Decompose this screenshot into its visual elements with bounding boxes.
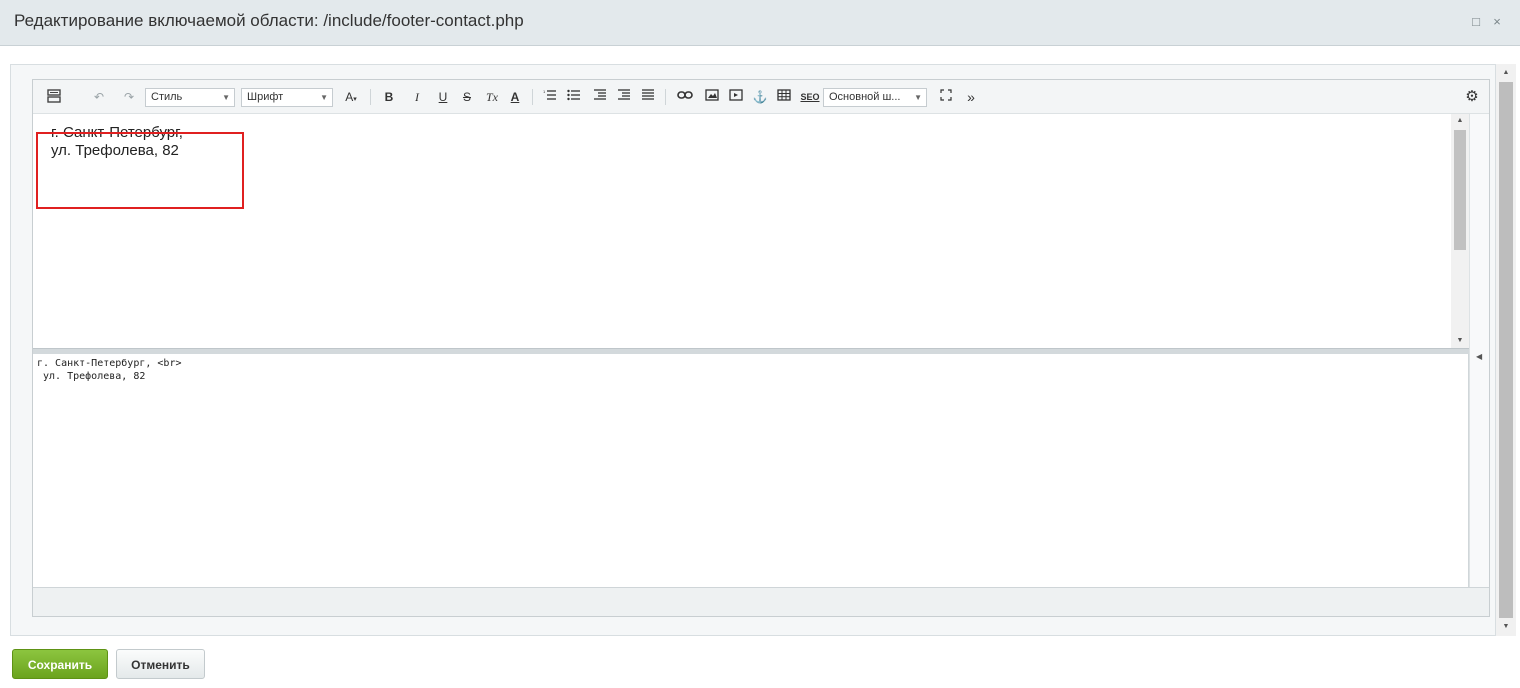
svg-text:1: 1 <box>543 89 546 94</box>
source-line[interactable]: ул. Трефолева, 82 <box>37 371 145 382</box>
wysiwyg-scrollbar[interactable]: ▲ ▼ <box>1451 114 1469 348</box>
dialog-titlebar: Редактирование включаемой области: /incl… <box>0 0 1520 46</box>
table-icon[interactable] <box>775 88 793 106</box>
cancel-button[interactable]: Отменить <box>116 649 205 679</box>
more-icon[interactable]: » <box>963 88 979 106</box>
font-size-icon[interactable]: A▾ <box>339 88 363 106</box>
underline-icon[interactable]: U <box>435 88 451 106</box>
fullscreen-icon[interactable] <box>937 88 955 106</box>
undo-icon[interactable]: ↶ <box>91 88 107 106</box>
editor-statusbar <box>33 587 1489 616</box>
font-color-icon[interactable]: A <box>507 88 523 106</box>
redo-icon[interactable]: ↷ <box>121 88 137 106</box>
scroll-down-icon[interactable]: ▼ <box>1451 334 1469 348</box>
remove-format-icon[interactable]: Tx <box>483 88 501 106</box>
side-panel-strip: ◀ <box>1469 114 1489 587</box>
page-scrollbar[interactable]: ▲ ▼ <box>1496 64 1516 636</box>
style-select[interactable]: Стиль ▼ <box>145 88 235 107</box>
outdent-icon[interactable] <box>615 88 633 106</box>
template-select[interactable]: Основной ш... ▼ <box>823 88 927 107</box>
scroll-up-icon[interactable]: ▲ <box>1451 114 1469 128</box>
toolbar-separator <box>665 89 666 105</box>
html-editor: ↶ ↷ Стиль ▼ Шрифт ▼ A▾ B I U S Tx A 1 ⚓ … <box>32 79 1490 617</box>
strikethrough-icon[interactable]: S <box>459 88 475 106</box>
toolbar-separator <box>370 89 371 105</box>
maximize-icon[interactable]: □ <box>1469 14 1483 30</box>
dialog-title: Редактирование включаемой области: /incl… <box>14 11 524 30</box>
wysiwyg-area[interactable]: г. Санкт-Петербург, ул. Трефолева, 82 <box>33 114 1469 348</box>
chevron-down-icon: ▼ <box>222 93 230 102</box>
ordered-list-icon[interactable]: 1 <box>541 88 559 106</box>
scroll-up-icon[interactable]: ▲ <box>1497 66 1515 80</box>
view-mode-icon[interactable] <box>43 88 65 106</box>
chevron-down-icon: ▼ <box>914 93 922 102</box>
source-code-area[interactable]: г. Санкт-Петербург, <br> ул. Трефолева, … <box>33 354 1469 587</box>
indent-icon[interactable] <box>591 88 609 106</box>
template-select-value: Основной ш... <box>829 91 901 103</box>
scroll-down-icon[interactable]: ▼ <box>1497 620 1515 634</box>
highlight-box <box>36 132 244 209</box>
bold-icon[interactable]: B <box>381 88 397 106</box>
scrollbar-thumb[interactable] <box>1499 82 1513 618</box>
image-icon[interactable] <box>703 88 721 106</box>
italic-icon[interactable]: I <box>409 88 425 106</box>
scrollbar-thumb[interactable] <box>1454 130 1466 250</box>
save-button[interactable]: Сохранить <box>12 649 108 679</box>
unordered-list-icon[interactable] <box>565 88 583 106</box>
align-icon[interactable] <box>639 88 657 106</box>
font-select[interactable]: Шрифт ▼ <box>241 88 333 107</box>
video-icon[interactable] <box>727 88 745 106</box>
close-icon[interactable]: × <box>1490 14 1504 30</box>
toolbar-separator <box>532 89 533 105</box>
font-select-value: Шрифт <box>247 91 284 103</box>
expand-left-icon[interactable]: ◀ <box>1476 352 1482 361</box>
seo-icon[interactable]: SEO <box>799 88 821 106</box>
source-line[interactable]: г. Санкт-Петербург, <br> <box>37 358 182 369</box>
chevron-down-icon: ▼ <box>320 93 328 102</box>
anchor-icon[interactable]: ⚓ <box>751 88 769 106</box>
style-select-value: Стиль <box>151 91 183 103</box>
editor-toolbar: ↶ ↷ Стиль ▼ Шрифт ▼ A▾ B I U S Tx A 1 ⚓ … <box>33 80 1489 114</box>
gear-icon[interactable]: ⚙ <box>1463 88 1481 106</box>
link-icon[interactable] <box>675 88 695 106</box>
